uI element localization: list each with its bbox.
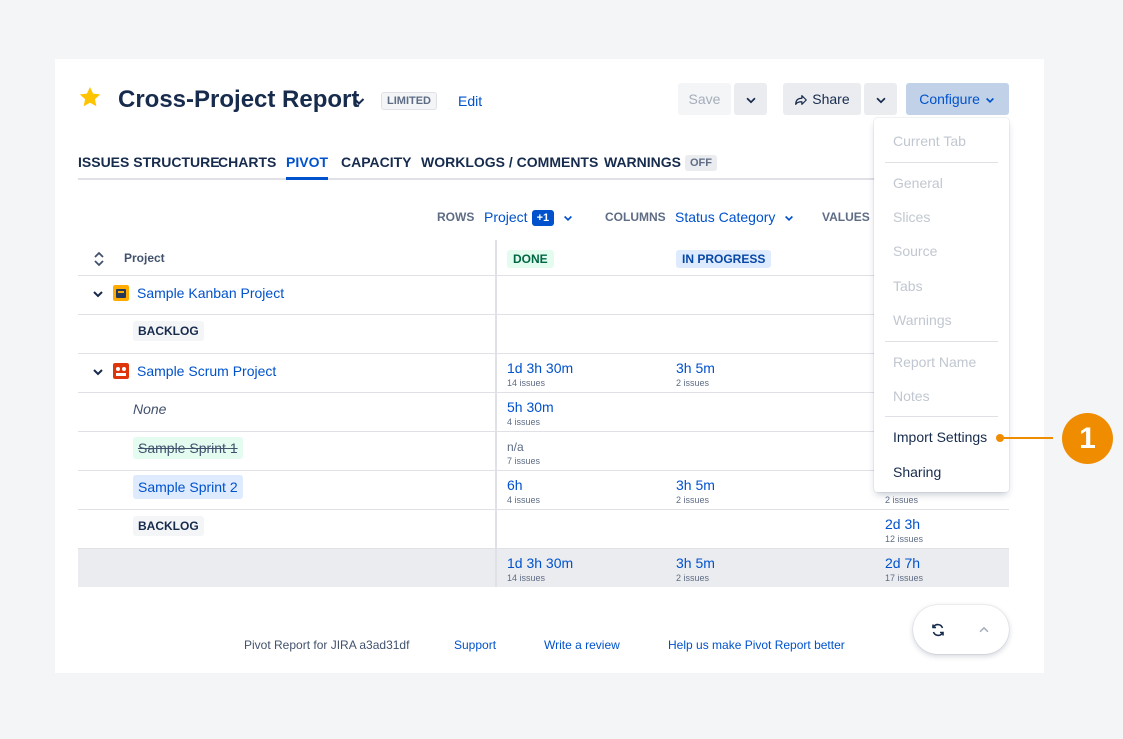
cell-value[interactable]: 2d 3h [885,516,920,532]
tab-warnings-label: WARNINGS [604,154,681,170]
cell-issue-count: 4 issues [507,495,541,505]
menu-item-slices: Slices [893,209,931,225]
collapse-chevron-icon[interactable] [92,366,104,378]
rows-label: ROWS [437,210,475,224]
cell-issue-count: 14 issues [507,378,546,388]
rows-selector[interactable]: Project +1 [484,209,574,226]
share-icon [795,95,808,106]
configure-menu: Current Tab General Slices Source Tabs W… [874,118,1009,492]
cell-value[interactable]: 3h 5m [676,360,715,376]
column-header-project[interactable]: Project [124,251,165,265]
cell-value[interactable]: 1d 3h 30m [507,360,573,376]
chevron-down-icon [875,97,886,104]
chevron-down-icon [985,98,994,104]
collapse-chevron-icon[interactable] [92,288,104,300]
edit-link[interactable]: Edit [458,93,482,109]
share-label: Share [812,91,850,107]
tab-warnings[interactable]: WARNINGS OFF [604,152,717,180]
chevron-up-icon[interactable] [977,623,991,637]
share-button[interactable]: Share [783,83,861,115]
cell-issue-count: 12 issues [885,534,924,544]
star-icon[interactable] [78,85,102,109]
callout-dot [996,434,1004,442]
column-divider [495,240,497,587]
callout-badge: 1 [1062,413,1113,464]
footer-feedback-link[interactable]: Help us make Pivot Report better [668,638,845,652]
tab-pivot[interactable]: PIVOT [286,152,329,180]
columns-value: Status Category [675,209,776,225]
configure-label: Configure [919,91,980,107]
menu-item-import-settings[interactable]: Import Settings [893,429,987,445]
footer-support-link[interactable]: Support [454,638,496,652]
title-chevron-down-icon[interactable] [351,93,367,109]
chevron-down-icon [745,97,756,104]
footer-version: Pivot Report for JIRA a3ad31df [244,638,410,652]
columns-label: COLUMNS [605,210,666,224]
menu-divider [885,416,998,417]
save-dropdown-button[interactable] [734,83,767,115]
none-label: None [133,401,167,417]
tab-worklogs-comments[interactable]: WORKLOGS / COMMENTS [421,152,598,180]
scrum-project-icon [113,363,129,379]
cell-value[interactable]: 3h 5m [676,477,715,493]
off-badge: OFF [685,155,717,171]
menu-item-source: Source [893,243,938,259]
menu-item-warnings: Warnings [893,312,952,328]
cell-issue-count: 7 issues [507,456,541,466]
footer-review-link[interactable]: Write a review [544,638,620,652]
project-link[interactable]: Sample Kanban Project [137,285,284,301]
cell-value[interactable]: 6h [507,477,523,493]
menu-item-notes: Notes [893,388,930,404]
cell-value: n/a [507,440,524,454]
menu-divider [885,162,998,163]
callout-line [1003,437,1053,439]
menu-item-report-name: Report Name [893,354,977,370]
project-link[interactable]: Sample Scrum Project [137,363,276,379]
total-issue-count: 14 issues [507,573,546,583]
sort-icon[interactable] [92,250,106,268]
menu-item-tabs: Tabs [893,278,923,294]
sprint-active-tag[interactable]: Sample Sprint 2 [133,475,243,499]
page-title: Cross-Project Report [118,86,360,113]
sprint-closed-tag[interactable]: Sample Sprint 1 [133,437,243,459]
table-row [78,510,1009,549]
cell-issue-count: 2 issues [885,495,919,505]
share-dropdown-button[interactable] [864,83,897,115]
kanban-project-icon [113,285,129,301]
backlog-tag: BACKLOG [133,321,204,341]
refresh-icon[interactable] [930,622,946,638]
menu-item-general: General [893,175,943,191]
rows-plus-badge: +1 [531,210,555,226]
column-header-in-progress[interactable]: IN PROGRESS [676,250,772,268]
total-value[interactable]: 2d 7h [885,555,920,571]
cell-issue-count: 2 issues [676,378,710,388]
columns-selector[interactable]: Status Category [675,209,795,225]
chevron-down-icon [564,216,572,222]
menu-divider [885,341,998,342]
cell-issue-count: 2 issues [676,495,710,505]
total-issue-count: 17 issues [885,573,924,583]
save-button[interactable]: Save [678,83,731,115]
configure-button[interactable]: Configure [906,83,1009,115]
tab-capacity[interactable]: CAPACITY [341,152,412,180]
chevron-down-icon [785,216,794,222]
menu-item-current-tab: Current Tab [893,133,966,149]
floating-action-bar [913,605,1009,654]
total-value[interactable]: 3h 5m [676,555,715,571]
backlog-tag: BACKLOG [133,516,204,536]
total-issue-count: 2 issues [676,573,710,583]
column-header-done[interactable]: DONE [507,250,554,268]
tab-issues-structure[interactable]: ISSUES STRUCTURE [78,152,220,180]
tab-charts[interactable]: CHARTS [218,152,276,180]
total-value[interactable]: 1d 3h 30m [507,555,573,571]
values-label: VALUES [822,210,870,224]
cell-issue-count: 4 issues [507,417,541,427]
limited-badge: LIMITED [381,92,437,110]
menu-item-sharing[interactable]: Sharing [893,464,941,480]
cell-value[interactable]: 5h 30m [507,399,554,415]
table-row [78,315,1009,354]
rows-value: Project [484,209,528,225]
